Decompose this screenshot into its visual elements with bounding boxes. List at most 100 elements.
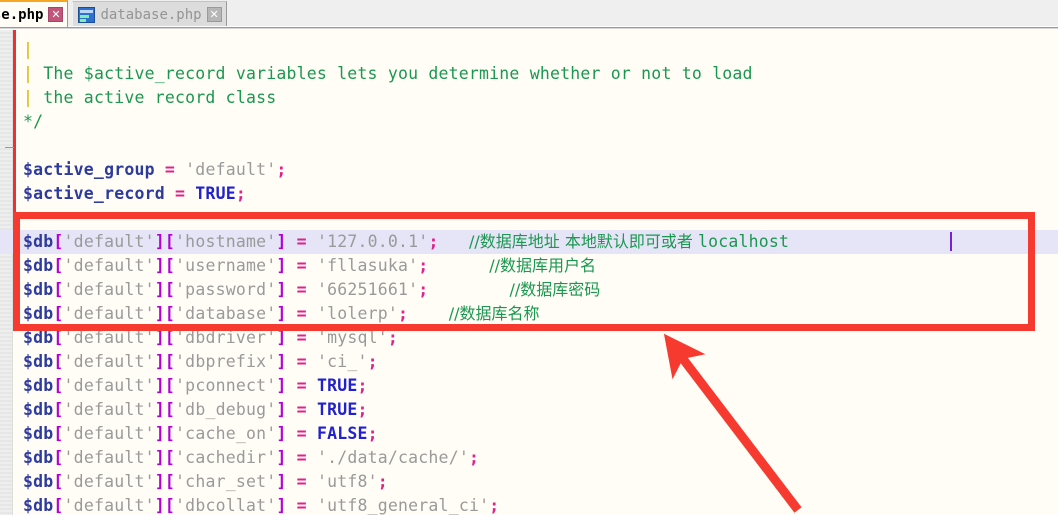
code-token-brk: ] — [276, 256, 287, 275]
code-token-brk: ] — [276, 424, 287, 443]
code-line[interactable]: $db['default']['char_set'] = 'utf8'; — [0, 470, 1058, 494]
code-line[interactable]: $db['default']['password'] = '66251661';… — [0, 278, 1058, 302]
code-token-cmt: localhost — [697, 232, 790, 251]
code-token-var: $db — [23, 280, 54, 299]
code-token-brk: [ — [53, 304, 64, 323]
code-token-brk: [ — [53, 472, 64, 491]
code-token-op: = — [296, 400, 307, 419]
code-token-op: ; — [367, 352, 378, 371]
code-token-brk: ] — [276, 472, 287, 491]
code-token-str: 'default' — [63, 328, 155, 347]
code-line[interactable]: $db['default']['hostname'] = '127.0.0.1'… — [0, 230, 1058, 254]
tab-base-php[interactable]: base.php ✕ — [0, 0, 69, 27]
code-token-op: = — [296, 352, 307, 371]
code-token-brk: ] — [154, 496, 165, 515]
code-token-var: $db — [23, 352, 54, 371]
code-token-brk: [ — [164, 496, 176, 515]
code-token-str: 'hostname' — [175, 232, 277, 251]
code-line[interactable]: $db['default']['db_debug'] = TRUE; — [0, 398, 1058, 422]
code-line[interactable]: | The $active_record variables lets you … — [0, 62, 1058, 86]
code-token-brk: [ — [164, 376, 176, 395]
code-token-str: 'db_debug' — [175, 400, 277, 419]
code-token-str: '127.0.0.1' — [316, 232, 429, 251]
code-token-cmt-cn: //数据库名称 — [448, 304, 540, 323]
code-line[interactable]: $active_record = TRUE; — [0, 182, 1058, 206]
code-token-brk: ] — [154, 448, 165, 467]
code-editor-pane[interactable]: | | The $active_record variables lets you… — [0, 30, 1058, 515]
code-token-str: './data/cache/' — [316, 448, 469, 467]
code-token-brk: [ — [53, 376, 64, 395]
code-line[interactable]: $db['default']['cachedir'] = './data/cac… — [0, 446, 1058, 470]
code-token-brk: ] — [154, 352, 165, 371]
code-token-brk: [ — [53, 424, 64, 443]
code-token-cmt: */ — [23, 112, 44, 131]
code-line[interactable] — [0, 134, 1058, 158]
code-token-op: = — [296, 376, 307, 395]
code-line[interactable] — [0, 206, 1058, 230]
code-line[interactable]: $db['default']['dbprefix'] = 'ci_'; — [0, 350, 1058, 374]
code-token-str: 'dbcollat' — [175, 496, 277, 515]
code-line[interactable]: $db['default']['dbcollat'] = 'utf8_gener… — [0, 494, 1058, 515]
code-line[interactable]: | — [0, 38, 1058, 62]
code-token-brk: ] — [154, 328, 165, 347]
code-line[interactable]: $db['default']['database'] = 'lolerp'; /… — [0, 302, 1058, 326]
tab-label: base.php — [0, 6, 44, 23]
code-line[interactable]: $db['default']['cache_on'] = FALSE; — [0, 422, 1058, 446]
php-file-icon — [78, 6, 96, 23]
code-content[interactable]: | | The $active_record variables lets you… — [0, 30, 1058, 515]
code-token-var: $db — [23, 376, 54, 395]
code-token-kw: TRUE — [316, 376, 358, 395]
code-token-op: ; — [418, 280, 429, 299]
code-token-var: $active_record — [23, 184, 165, 203]
code-token-str: 'default' — [63, 496, 155, 515]
code-token-str: 'default' — [63, 232, 155, 251]
code-line[interactable]: */ — [0, 110, 1058, 134]
code-token-str: 'default' — [63, 448, 155, 467]
code-token-brk: ] — [276, 280, 287, 299]
code-line[interactable]: $active_group = 'default'; — [0, 158, 1058, 182]
code-token-var: $db — [23, 448, 54, 467]
tab-database-php[interactable]: database.php ✕ — [72, 1, 227, 27]
code-token-brk: [ — [164, 304, 176, 323]
code-token-str: 'utf8' — [316, 472, 378, 491]
code-token-op: = — [296, 424, 307, 443]
code-token-cmt: the active record class — [33, 88, 277, 107]
code-token-str: 'cache_on' — [175, 424, 277, 443]
code-token-brk: ] — [276, 352, 287, 371]
code-line[interactable]: $db['default']['pconnect'] = TRUE; — [0, 374, 1058, 398]
code-token-brk: ] — [276, 400, 287, 419]
text-caret — [950, 232, 952, 251]
code-token-str: 'default' — [63, 280, 155, 299]
code-line[interactable]: $db['default']['username'] = 'fllasuka';… — [0, 254, 1058, 278]
code-editor-window: base.php ✕ database.php ✕ || The $active… — [0, 0, 1058, 515]
code-token-str: 'dbdriver' — [175, 328, 277, 347]
code-token-op: = — [296, 232, 307, 251]
code-token-var: $db — [23, 256, 54, 275]
code-token-str: 'database' — [175, 304, 277, 323]
code-line[interactable]: $db['default']['dbdriver'] = 'mysql'; — [0, 326, 1058, 350]
close-icon[interactable]: ✕ — [206, 7, 222, 22]
close-icon[interactable]: ✕ — [48, 7, 64, 22]
code-token-str: 'username' — [175, 256, 277, 275]
code-token-cmt: The $active_record variables lets you de… — [33, 64, 753, 83]
tab-label: database.php — [100, 6, 202, 23]
code-token-var: $db — [23, 328, 54, 347]
code-token-str: 'cachedir' — [175, 448, 277, 467]
code-token-brk: ] — [154, 376, 165, 395]
code-line[interactable]: | the active record class — [0, 86, 1058, 110]
code-token-str: 'pconnect' — [175, 376, 277, 395]
